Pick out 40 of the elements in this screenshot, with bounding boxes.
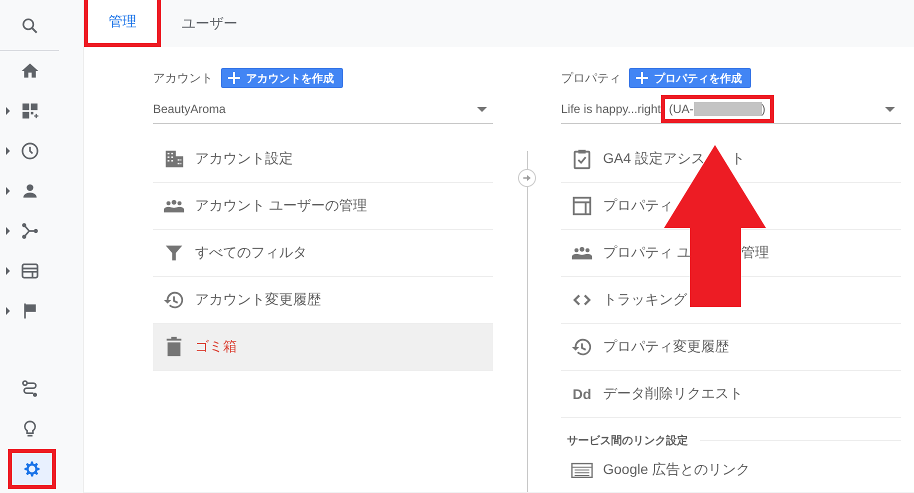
menu-item[interactable]: アカウント設定 (153, 136, 493, 183)
expand-arrow-icon[interactable] (6, 267, 10, 275)
menu-item[interactable]: Dd データ削除リクエスト (561, 371, 901, 418)
expand-arrow-icon[interactable] (6, 307, 10, 315)
history-icon (163, 289, 185, 311)
expand-arrow-icon[interactable] (6, 187, 10, 195)
building-icon (163, 148, 185, 170)
account-selector[interactable]: BeautyAroma (153, 95, 493, 124)
tab[interactable]: 管理 (84, 0, 161, 47)
nav-item[interactable] (8, 449, 56, 489)
redaction-bar (694, 102, 762, 116)
settings-icon (22, 459, 42, 479)
dashboard-icon (20, 101, 40, 121)
dropdown-caret-icon (885, 107, 895, 112)
dropdown-caret-icon (477, 107, 487, 112)
letters-icon: Dd (572, 386, 592, 402)
layout-icon (571, 195, 593, 217)
expand-arrow-icon[interactable] (6, 227, 10, 235)
create-button[interactable]: プロパティを作成 (629, 68, 751, 88)
section-title: サービス間のリンク設定 (567, 434, 688, 448)
arrow-circle-icon (518, 169, 536, 187)
create-button[interactable]: アカウントを作成 (221, 68, 343, 88)
menu-item[interactable]: Google 広告とのリンク (561, 448, 901, 492)
history-icon (571, 336, 593, 358)
route-icon (20, 379, 40, 399)
menu-item[interactable]: プロパティ変更履歴 (561, 324, 901, 371)
window-icon (20, 261, 40, 281)
menu-item[interactable]: アカウント ユーザーの管理 (153, 183, 493, 230)
menu-item[interactable]: すべてのフィルタ (153, 230, 493, 277)
clock-icon (20, 141, 40, 161)
property-selector[interactable]: Life is happy...right (UA- ) (561, 95, 901, 124)
expand-arrow-icon[interactable] (6, 107, 10, 115)
menu-item[interactable]: ゴミ箱 (153, 324, 493, 371)
clipboard-check-icon (571, 148, 593, 170)
branch-icon (20, 221, 40, 241)
tab[interactable]: ユーザー (171, 0, 248, 47)
expand-arrow-icon[interactable] (6, 147, 10, 155)
property-label: プロパティ (561, 70, 621, 86)
search-icon (20, 16, 40, 36)
account-label: アカウント (153, 70, 213, 86)
